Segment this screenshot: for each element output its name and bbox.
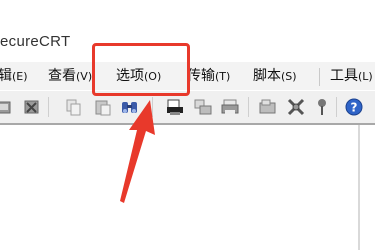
securecrt-window: ecureCRT 辑(E) 查看(V) 选项(O) 传输(T) 脚本(S) 工具…	[0, 0, 375, 250]
pointer-arrow	[120, 100, 155, 203]
